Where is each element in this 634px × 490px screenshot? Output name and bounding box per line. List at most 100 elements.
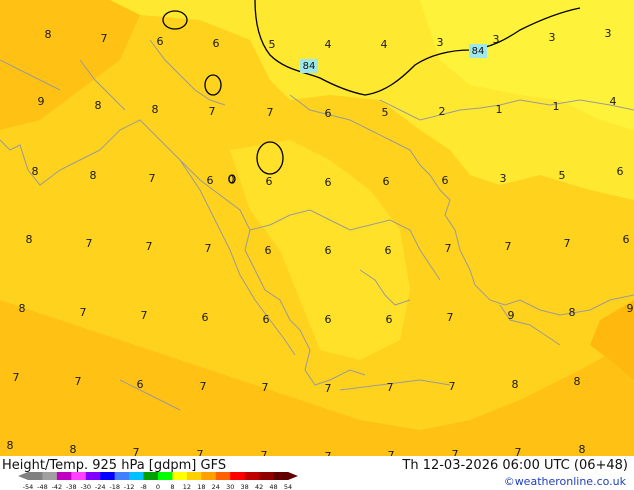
- scale-segment: [85, 472, 101, 480]
- temp-label: 7: [564, 237, 571, 250]
- scale-segment: [201, 472, 217, 480]
- temp-label: 7: [209, 105, 216, 118]
- temp-label: 7: [13, 371, 20, 384]
- temp-label: 7: [325, 382, 332, 395]
- scale-segment: [230, 472, 246, 480]
- scale-tick-label: -54: [23, 483, 34, 490]
- footer: Height/Temp. 925 hPa [gdpm] GFS Th 12-03…: [0, 456, 634, 490]
- temp-label: 7: [262, 381, 269, 394]
- scale-segment: [28, 472, 43, 480]
- scale-segment: [273, 472, 289, 480]
- scale-tick-label: -24: [95, 483, 106, 490]
- temp-label: 7: [133, 446, 140, 456]
- temp-label: 7: [388, 449, 395, 456]
- temp-label: 0: [228, 173, 235, 186]
- temp-label: 7: [149, 172, 156, 185]
- temp-label: 4: [381, 38, 388, 51]
- temp-label: 8: [32, 165, 39, 178]
- temp-label: 7: [447, 311, 454, 324]
- temp-label: 6: [383, 175, 390, 188]
- scale-tick-label: -48: [37, 483, 48, 490]
- temp-label: 6: [386, 313, 393, 326]
- scale-tick-label: 24: [212, 483, 220, 490]
- scale-segment: [172, 472, 188, 480]
- scale-segment: [56, 472, 72, 480]
- temp-label: 8: [90, 169, 97, 182]
- temp-label: 5: [382, 106, 389, 119]
- scale-tick-label: 30: [226, 483, 234, 490]
- scale-arrow-left: [18, 472, 28, 480]
- scale-segment: [143, 472, 159, 480]
- scale-tick-label: -30: [80, 483, 91, 490]
- temp-label: 3: [437, 36, 444, 49]
- temp-label: 6: [213, 37, 220, 50]
- temp-label: 6: [202, 311, 209, 324]
- temp-label: 6: [325, 313, 332, 326]
- temp-label: 6: [137, 378, 144, 391]
- temp-label: 6: [325, 107, 332, 120]
- temp-label: 4: [610, 95, 617, 108]
- temp-label: 7: [80, 306, 87, 319]
- temp-label: 6: [325, 176, 332, 189]
- scale-segment: [244, 472, 260, 480]
- scale-segment: [71, 472, 87, 480]
- scale-arrow-right: [288, 472, 298, 480]
- scale-segment: [42, 472, 58, 480]
- scale-tick-label: -12: [124, 483, 135, 490]
- temp-label: 7: [515, 446, 522, 456]
- scale-segment: [158, 472, 173, 480]
- temp-label: 6: [623, 233, 630, 246]
- temp-label: 7: [387, 381, 394, 394]
- credit-link[interactable]: ©weatheronline.co.uk: [504, 475, 626, 488]
- temp-label: 8: [95, 99, 102, 112]
- svg-text:84: 84: [303, 61, 316, 72]
- map-title: Height/Temp. 925 hPa [gdpm] GFS: [2, 458, 227, 473]
- temp-label: 6: [157, 35, 164, 48]
- temp-label: 7: [205, 242, 212, 255]
- temp-label: 7: [75, 375, 82, 388]
- temp-label: 8: [569, 306, 576, 319]
- temp-label: 7: [146, 240, 153, 253]
- temp-label: 7: [197, 448, 204, 456]
- scale-segment: [129, 472, 145, 480]
- scale-tick-label: 54: [284, 483, 292, 490]
- temp-label: 8: [152, 103, 159, 116]
- color-scale: -54 -48 -42 -38 -30 -24 -18 -12 -8 0 8 12 18 24 30 38 42…: [18, 472, 298, 490]
- temp-label: 7: [200, 380, 207, 393]
- scale-tick-label: 38: [241, 483, 249, 490]
- temp-label: 9: [627, 302, 634, 315]
- temp-label: 7: [141, 309, 148, 322]
- temp-label: 3: [549, 31, 556, 44]
- svg-text:84: 84: [472, 46, 485, 57]
- temp-label: 7: [86, 237, 93, 250]
- temp-label: 8: [26, 233, 33, 246]
- temp-label: 6: [442, 174, 449, 187]
- temp-label: 6: [385, 244, 392, 257]
- scale-tick-label: -42: [52, 483, 63, 490]
- temp-label: 7: [449, 380, 456, 393]
- forecast-datetime: Th 12-03-2026 06:00 UTC (06+48): [402, 458, 628, 473]
- temp-label: 3: [605, 27, 612, 40]
- temp-label: 8: [574, 375, 581, 388]
- temp-label: 5: [559, 169, 566, 182]
- scale-segment: [186, 472, 202, 480]
- temp-label: 8: [19, 302, 26, 315]
- temp-label: 6: [325, 244, 332, 257]
- temp-label: 5: [269, 38, 276, 51]
- contour-label: 84: [469, 44, 487, 58]
- temp-label: 6: [263, 313, 270, 326]
- temp-label: 7: [505, 240, 512, 253]
- temp-label: 3: [500, 172, 507, 185]
- scale-tick-label: 12: [183, 483, 191, 490]
- temp-label: 8: [45, 28, 52, 41]
- scale-tick-label: -8: [140, 483, 146, 490]
- temp-label: 8: [70, 443, 77, 456]
- temp-label: 1: [496, 103, 503, 116]
- temp-label: 4: [325, 38, 332, 51]
- temp-label: 6: [617, 165, 624, 178]
- temp-label: 7: [261, 449, 268, 456]
- temp-label: 8: [579, 443, 586, 456]
- temp-label: 6: [207, 174, 214, 187]
- weather-map: 84 84 8 7 6 6 5 4 4 3 3 3 3 9 8 8 7 7 6 …: [0, 0, 634, 456]
- scale-segment: [259, 472, 275, 480]
